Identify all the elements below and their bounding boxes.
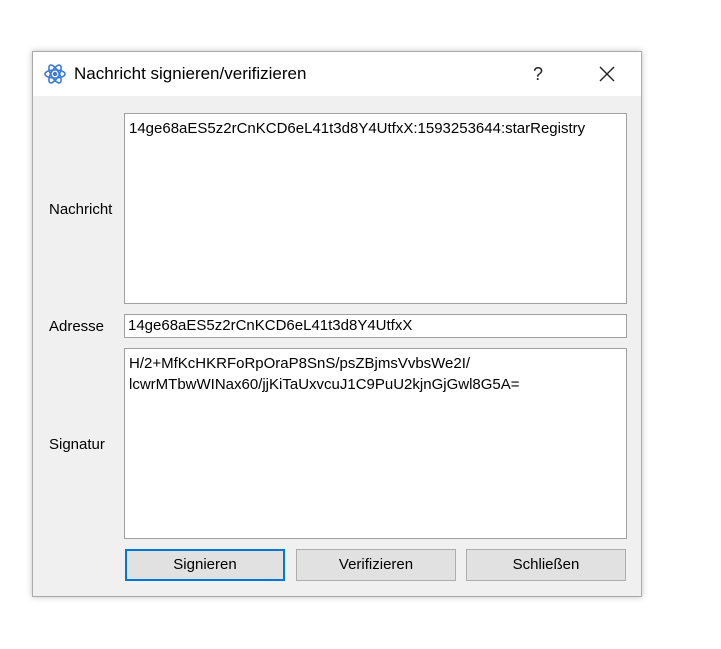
atom-app-icon <box>43 62 67 86</box>
verify-button[interactable]: Verifizieren <box>296 549 456 581</box>
close-icon <box>599 66 615 82</box>
close-window-button[interactable] <box>589 60 625 88</box>
signature-label: Signatur <box>49 436 105 453</box>
signature-textarea[interactable]: H/2+MfKcHKRFoRpOraP8SnS/psZBjmsVvbsWe2I/… <box>124 348 627 539</box>
address-label: Adresse <box>49 318 105 335</box>
sign-button[interactable]: Signieren <box>125 549 285 581</box>
message-label: Nachricht <box>49 201 113 218</box>
address-input[interactable]: 14ge68aES5z2rCnKCD6eL41t3d8Y4UtfxX <box>124 314 627 338</box>
message-textarea[interactable]: 14ge68aES5z2rCnKCD6eL41t3d8Y4UtfxX:15932… <box>124 113 627 304</box>
help-button[interactable]: ? <box>523 60 553 88</box>
close-button[interactable]: Schließen <box>466 549 626 581</box>
sign-verify-dialog: Nachricht signieren/verifizieren ? Nachr… <box>32 51 642 597</box>
window-title: Nachricht signieren/verifizieren <box>74 64 307 83</box>
title-bar: Nachricht signieren/verifizieren ? <box>33 52 641 96</box>
